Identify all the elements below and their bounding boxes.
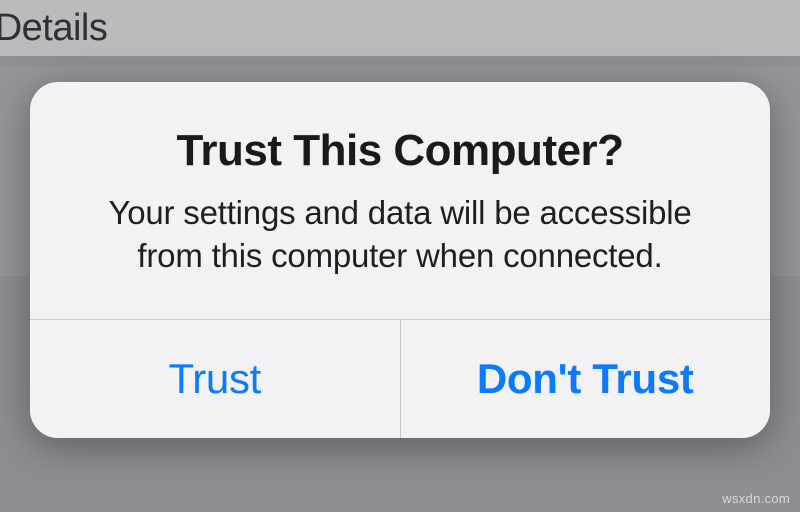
alert-message: Your settings and data will be accessibl… [78,192,722,276]
alert-title: Trust This Computer? [78,126,722,176]
alert-button-row: Trust Don't Trust [30,319,770,438]
modal-overlay: Trust This Computer? Your settings and d… [0,0,800,512]
dont-trust-button[interactable]: Don't Trust [401,320,771,438]
watermark: wsxdn.com [722,491,790,506]
trust-computer-alert: Trust This Computer? Your settings and d… [30,82,770,437]
alert-body: Trust This Computer? Your settings and d… [30,82,770,318]
trust-button[interactable]: Trust [30,320,401,438]
